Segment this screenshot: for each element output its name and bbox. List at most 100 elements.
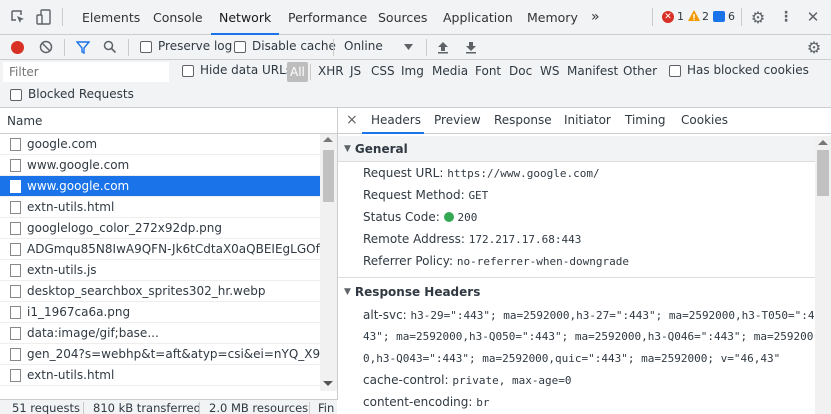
- request-row[interactable]: gen_204?s=webhp&t=aft&atyp=csi&ei=nYQ_X9…: [0, 344, 320, 365]
- chevron-down-icon[interactable]: [404, 43, 413, 51]
- name-column-header[interactable]: Name: [7, 114, 42, 128]
- tab-response[interactable]: Response: [494, 113, 552, 127]
- file-icon: [10, 347, 21, 361]
- resources-size: 2.0 MB resources: [209, 401, 309, 414]
- general-section-header[interactable]: ▼ General: [338, 136, 815, 162]
- request-row[interactable]: i1_1967ca6a.png: [0, 302, 320, 323]
- file-icon: [10, 221, 21, 235]
- remote-address-row: Remote Address: 172.217.17.68:443: [363, 232, 582, 246]
- request-name: www.google.com: [27, 158, 130, 172]
- has-blocked-cookies-label[interactable]: Has blocked cookies: [687, 63, 809, 77]
- file-icon: [10, 158, 21, 172]
- request-method-row: Request Method: GET: [363, 188, 489, 202]
- hide-data-urls-label[interactable]: Hide data URLs: [200, 63, 292, 77]
- export-har-icon[interactable]: [465, 40, 477, 54]
- detail-scrollbar[interactable]: [815, 136, 831, 414]
- type-filter-media[interactable]: Media: [432, 64, 468, 78]
- file-icon: [10, 326, 21, 340]
- import-har-icon[interactable]: [437, 40, 449, 54]
- hide-data-urls-checkbox[interactable]: [182, 65, 194, 77]
- list-scrollbar[interactable]: [320, 134, 337, 391]
- tab-headers[interactable]: Headers: [371, 113, 421, 127]
- error-icon[interactable]: ✕: [662, 11, 674, 23]
- filter-input[interactable]: [3, 62, 169, 82]
- close-detail-icon[interactable]: ×: [346, 112, 358, 128]
- tab-preview[interactable]: Preview: [434, 113, 481, 127]
- tab-performance[interactable]: Performance: [288, 0, 367, 35]
- info-count[interactable]: 6: [728, 10, 735, 23]
- blocked-requests-checkbox[interactable]: [10, 89, 22, 101]
- response-headers-title: Response Headers: [354, 285, 481, 299]
- request-url-row: Request URL: https://www.google.com/: [363, 166, 600, 180]
- message-icon[interactable]: [713, 11, 725, 22]
- file-icon: [10, 368, 21, 382]
- type-filter-img[interactable]: Img: [401, 64, 424, 78]
- transferred-size: 810 kB transferred: [93, 401, 201, 414]
- tab-console[interactable]: Console: [153, 0, 203, 35]
- blocked-requests-label[interactable]: Blocked Requests: [28, 87, 134, 101]
- type-filter-manifest[interactable]: Manifest: [567, 64, 618, 78]
- preserve-log-label[interactable]: Preserve log: [158, 39, 232, 53]
- close-devtools-icon[interactable]: ✕: [805, 8, 821, 26]
- active-tab-indicator: [362, 132, 424, 134]
- request-row[interactable]: ADGmqu85N8IwA9QFN-Jk6tCdtaX0aQBEIEgLGOfP…: [0, 239, 320, 260]
- type-filter-doc[interactable]: Doc: [509, 64, 532, 78]
- request-name: data:image/gif;base...: [27, 326, 159, 340]
- error-count[interactable]: 1: [677, 10, 684, 23]
- tab-timing[interactable]: Timing: [625, 113, 666, 127]
- tab-sources[interactable]: Sources: [378, 0, 427, 35]
- request-row[interactable]: extn-utils.js: [0, 260, 320, 281]
- tab-memory[interactable]: Memory: [527, 0, 578, 35]
- type-filter-other[interactable]: Other: [623, 64, 657, 78]
- more-options-icon[interactable]: ⋮: [779, 9, 793, 25]
- more-tabs-button[interactable]: »: [591, 0, 600, 35]
- inspect-element-icon[interactable]: [10, 9, 26, 25]
- type-filter-all[interactable]: All: [287, 62, 308, 82]
- request-name: google.com: [27, 137, 98, 151]
- request-row[interactable]: google.com: [0, 134, 320, 155]
- disable-cache-label[interactable]: Disable cache: [252, 39, 336, 53]
- search-icon[interactable]: [103, 40, 117, 54]
- type-filter-js[interactable]: JS: [350, 64, 361, 78]
- tab-cookies[interactable]: Cookies: [681, 113, 728, 127]
- request-row[interactable]: data:image/gif;base...: [0, 323, 320, 344]
- type-filter-font[interactable]: Font: [475, 64, 501, 78]
- type-filter-ws[interactable]: WS: [540, 64, 559, 78]
- request-row[interactable]: googlelogo_color_272x92dp.png: [0, 218, 320, 239]
- request-row[interactable]: extn-utils.html: [0, 197, 320, 218]
- referrer-policy-row: Referrer Policy: no-referrer-when-downgr…: [363, 254, 630, 268]
- settings-gear-icon[interactable]: ⚙: [750, 8, 766, 27]
- request-row[interactable]: extn-utils.html: [0, 365, 320, 386]
- network-settings-gear-icon[interactable]: ⚙: [806, 38, 822, 57]
- type-filter-css[interactable]: CSS: [371, 64, 395, 78]
- tab-application[interactable]: Application: [443, 0, 513, 35]
- status-code-row: Status Code: 200: [363, 210, 478, 224]
- filter-icon[interactable]: [76, 40, 90, 54]
- warning-count[interactable]: 2: [702, 10, 709, 23]
- detail-scrollbar-thumb[interactable]: [817, 150, 829, 196]
- throttling-select[interactable]: Online: [344, 39, 383, 53]
- tab-initiator[interactable]: Initiator: [564, 113, 611, 127]
- has-blocked-cookies-checkbox[interactable]: [669, 65, 681, 77]
- status-ok-icon: [443, 212, 454, 222]
- file-icon: [10, 263, 21, 277]
- disable-cache-checkbox[interactable]: [234, 41, 246, 53]
- device-toolbar-icon[interactable]: [36, 9, 52, 25]
- preserve-log-checkbox[interactable]: [140, 41, 152, 53]
- request-row[interactable]: www.google.com: [0, 176, 320, 197]
- list-scrollbar-thumb[interactable]: [323, 150, 334, 202]
- type-filter-xhr[interactable]: XHR: [318, 64, 344, 78]
- file-icon: [10, 242, 21, 256]
- request-row[interactable]: www.google.com: [0, 155, 320, 176]
- content-encoding-row: content-encoding: br: [363, 395, 490, 409]
- warning-icon[interactable]: [688, 10, 700, 22]
- request-name: gen_204?s=webhp&t=aft&atyp=csi&ei=nYQ_X9…: [27, 347, 320, 361]
- tab-elements[interactable]: Elements: [82, 0, 140, 35]
- tab-network[interactable]: Network: [210, 0, 280, 35]
- request-url-value: https://www.google.com/: [447, 167, 600, 180]
- response-headers-section-header[interactable]: ▼ Response Headers: [338, 280, 815, 304]
- list-header: Name: [0, 108, 337, 134]
- request-row[interactable]: desktop_searchbox_sprites302_hr.webp: [0, 281, 320, 302]
- record-icon[interactable]: [11, 41, 24, 54]
- clear-icon[interactable]: [39, 40, 53, 54]
